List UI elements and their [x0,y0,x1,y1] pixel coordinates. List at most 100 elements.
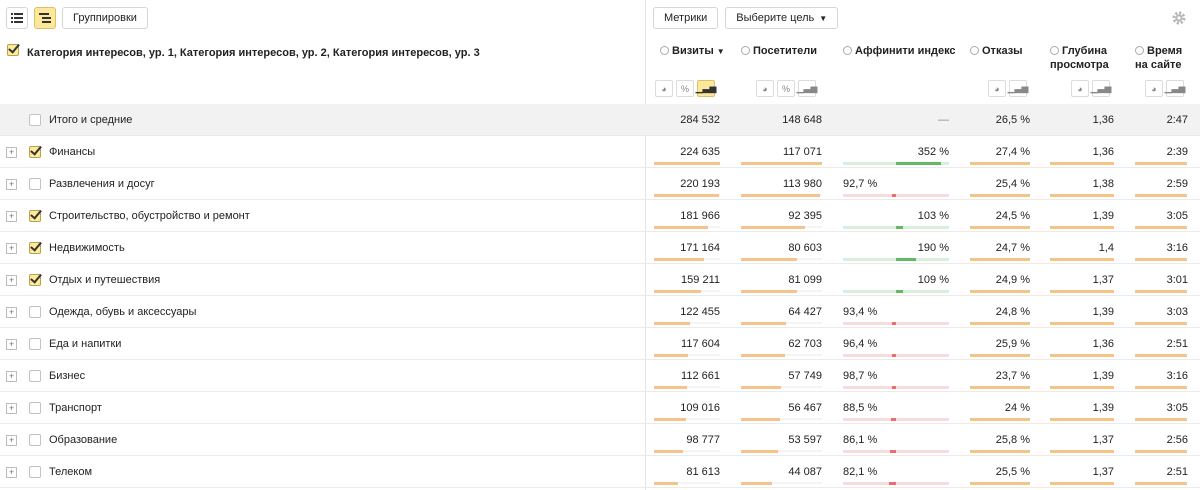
affinity-bar [892,322,896,325]
percent-button[interactable]: % [777,80,795,97]
tree-view-button[interactable] [34,7,56,29]
row-checkbox[interactable] [29,242,41,254]
bounce-value: 24,5 % [995,210,1030,222]
info-icon[interactable] [741,46,750,55]
depth-value: 1,39 [1092,210,1114,222]
row-checkbox[interactable] [29,306,41,318]
goal-select[interactable]: Выберите цель ▼ [725,7,839,29]
table-row[interactable]: + Одежда, обувь и аксессуары 122 455 64 … [0,296,1200,328]
column-visitors[interactable]: Посетители [741,44,817,58]
pie-chart-icon[interactable]: ◕ [988,80,1006,97]
row-checkbox[interactable] [29,274,41,286]
table-row[interactable]: + Финансы 224 635 117 071 352 % 27,4 % 1… [0,136,1200,168]
row-label[interactable]: Развлечения и досуг [49,178,155,190]
totals-row: Итого и средние 284 532 148 648 — 26,5 %… [0,104,1200,136]
table-row[interactable]: + Развлечения и досуг 220 193 113 980 92… [0,168,1200,200]
visitors-value: 44 087 [788,466,822,478]
affinity-value: 98,7 % [843,370,878,382]
visitors-bar [741,354,785,357]
visits-value: 81 613 [686,466,720,478]
total-time: 2:47 [1166,114,1188,126]
metrics-button[interactable]: Метрики [653,7,719,29]
row-label[interactable]: Образование [49,434,117,446]
list-view-button[interactable] [6,7,28,29]
bounce-bar [970,354,1030,357]
pie-chart-icon[interactable]: ◕ [1145,80,1163,97]
visits-value: 171 164 [680,242,720,254]
column-time[interactable]: Время на сайте [1135,44,1182,72]
row-checkbox[interactable] [29,466,41,478]
groupings-button[interactable]: Группировки [62,7,148,29]
row-label[interactable]: Бизнес [49,370,85,382]
row-label[interactable]: Отдых и путешествия [49,274,160,286]
pie-chart-icon[interactable]: ◕ [655,80,673,97]
pie-chart-icon[interactable]: ◕ [756,80,774,97]
expand-row-icon[interactable]: + [6,147,17,158]
expand-row-icon[interactable]: + [6,275,17,286]
depth-bar [1050,258,1114,261]
row-label[interactable]: Строительство, обустройство и ремонт [49,210,250,222]
expand-row-icon[interactable]: + [6,307,17,318]
gear-icon[interactable] [1171,10,1187,26]
table-row[interactable]: + Строительство, обустройство и ремонт 1… [0,200,1200,232]
tree-icon [39,13,51,23]
row-checkbox[interactable] [29,370,41,382]
table-row[interactable]: + Отдых и путешествия 159 211 81 099 109… [0,264,1200,296]
time-value: 2:51 [1166,466,1188,478]
info-icon[interactable] [843,46,852,55]
table-row[interactable]: + Телеком 81 613 44 087 82,1 % 25,5 % 1,… [0,456,1200,488]
row-checkbox[interactable] [29,402,41,414]
row-label[interactable]: Одежда, обувь и аксессуары [49,306,196,318]
visitors-bar [741,386,781,389]
column-depth[interactable]: Глубина просмотра [1050,44,1109,72]
dimension-title[interactable]: Категория интересов, ур. 1, Категория ин… [27,47,480,59]
expand-row-icon[interactable]: + [6,403,17,414]
info-icon[interactable] [660,46,669,55]
bar-chart-icon[interactable]: ▁▃▅ [696,80,716,97]
table-row[interactable]: + Бизнес 112 661 57 749 98,7 % 23,7 % 1,… [0,360,1200,392]
column-bounce-label: Отказы [982,45,1023,57]
bar-chart-icon[interactable]: ▁▃▅ [1091,80,1111,97]
column-bounce[interactable]: Отказы [970,44,1023,58]
visitors-value: 113 980 [783,178,822,190]
info-icon[interactable] [1050,46,1059,55]
table-row[interactable]: + Транспорт 109 016 56 467 88,5 % 24 % 1… [0,392,1200,424]
row-label[interactable]: Телеком [49,466,92,478]
row-label[interactable]: Недвижимость [49,242,125,254]
info-icon[interactable] [970,46,979,55]
row-checkbox[interactable] [29,178,41,190]
row-checkbox[interactable] [29,338,41,350]
totals-checkbox[interactable] [29,114,41,126]
row-checkbox[interactable] [29,210,41,222]
affinity-bar-track [843,418,949,421]
table-row[interactable]: + Недвижимость 171 164 80 603 190 % 24,7… [0,232,1200,264]
affinity-value: 88,5 % [843,402,878,414]
expand-row-icon[interactable]: + [6,467,17,478]
expand-row-icon[interactable]: + [6,339,17,350]
bar-chart-icon[interactable]: ▁▃▅ [797,80,817,97]
expand-row-icon[interactable]: + [6,243,17,254]
expand-row-icon[interactable]: + [6,179,17,190]
expand-row-icon[interactable]: + [6,371,17,382]
column-affinity[interactable]: Аффинити индекс [843,44,956,58]
info-icon[interactable] [1135,46,1144,55]
row-checkbox[interactable] [29,146,41,158]
expand-row-icon[interactable]: + [6,435,17,446]
table-row[interactable]: + Еда и напитки 117 604 62 703 96,4 % 25… [0,328,1200,360]
dimension-checkbox[interactable] [7,44,19,56]
affinity-bar-track [843,354,949,357]
bounce-view-modes: ◕ ▁▃▅ [988,80,1028,97]
bar-chart-icon[interactable]: ▁▃▅ [1008,80,1028,97]
affinity-bar [888,482,897,485]
depth-bar [1050,354,1114,357]
pie-chart-icon[interactable]: ◕ [1071,80,1089,97]
row-label[interactable]: Еда и напитки [49,338,121,350]
table-row[interactable]: + Образование 98 777 53 597 86,1 % 25,8 … [0,424,1200,456]
row-label[interactable]: Транспорт [49,402,102,414]
percent-button[interactable]: % [676,80,694,97]
row-checkbox[interactable] [29,434,41,446]
column-visits[interactable]: Визиты ▼ [660,44,725,59]
row-label[interactable]: Финансы [49,146,95,158]
bar-chart-icon[interactable]: ▁▃▅ [1165,80,1185,97]
expand-row-icon[interactable]: + [6,211,17,222]
